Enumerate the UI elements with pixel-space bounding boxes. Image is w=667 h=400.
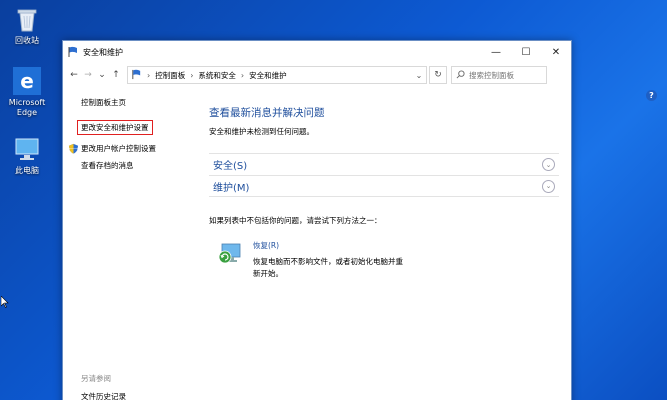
- breadcrumb-separator: ›: [190, 70, 194, 80]
- recovery-item: 恢复(R) 恢复电脑而不影响文件，或者初始化电脑并重新开始。: [209, 240, 559, 280]
- this-pc-icon: [12, 134, 42, 164]
- search-box[interactable]: [451, 66, 547, 84]
- section-maintenance[interactable]: 维护(M) ⌄: [209, 175, 559, 197]
- breadcrumb-separator: ›: [147, 70, 151, 80]
- section-label: 维护(M): [213, 182, 250, 194]
- control-panel-home-link[interactable]: 控制面板主页: [81, 97, 203, 108]
- recovery-link[interactable]: 恢复(R): [253, 240, 403, 251]
- section-label: 安全(S): [213, 161, 248, 172]
- control-panel-window: 安全和维护 — ☐ ✕ ← → ⌄ ↑ › 控制面板 › 系统和安全 › 安全和…: [62, 40, 572, 400]
- uac-shield-icon: [68, 143, 79, 154]
- chevron-down-icon[interactable]: ⌄: [542, 179, 555, 193]
- title-bar[interactable]: 安全和维护 — ☐ ✕: [63, 41, 571, 63]
- help-icon[interactable]: ?: [646, 90, 657, 101]
- view-archived-messages-link[interactable]: 查看存档的消息: [81, 160, 203, 171]
- up-button[interactable]: ↑: [109, 67, 123, 83]
- desktop-icon-label: Microsoft Edge: [8, 98, 46, 117]
- minimize-button[interactable]: —: [481, 41, 511, 63]
- section-security[interactable]: 安全(S) ⌄: [209, 153, 559, 175]
- desktop-icon-this-pc[interactable]: 此电脑: [2, 134, 52, 176]
- back-button[interactable]: ←: [67, 67, 81, 83]
- change-uac-settings-link[interactable]: 更改用户帐户控制设置: [68, 143, 203, 154]
- breadcrumb-control-panel[interactable]: 控制面板: [155, 70, 185, 81]
- maximize-button[interactable]: ☐: [511, 41, 541, 63]
- flag-icon: [67, 46, 79, 58]
- refresh-button[interactable]: ↻: [429, 66, 447, 84]
- desktop-icon-label: 此电脑: [15, 166, 39, 175]
- edge-icon: e: [12, 66, 42, 96]
- page-title: 查看最新消息并解决问题: [209, 107, 325, 119]
- chevron-down-icon[interactable]: ⌄: [542, 158, 555, 171]
- main-pane: 查看最新消息并解决问题 安全和维护未检测到任何问题。 安全(S) ⌄ 维护(M)…: [203, 87, 571, 400]
- desktop-icon-edge[interactable]: e Microsoft Edge: [2, 66, 52, 118]
- recovery-icon: [217, 240, 243, 280]
- recycle-bin-icon: [12, 4, 42, 34]
- window-title: 安全和维护: [83, 47, 123, 57]
- search-icon: [456, 69, 465, 81]
- chevron-down-icon[interactable]: ⌄: [412, 67, 426, 83]
- uac-link-label: 更改用户帐户控制设置: [81, 144, 156, 153]
- change-security-settings-link[interactable]: 更改安全和维护设置: [77, 120, 153, 135]
- address-bar[interactable]: › 控制面板 › 系统和安全 › 安全和维护 ⌄: [127, 66, 427, 84]
- desktop-icon-label: 回收站: [15, 36, 39, 45]
- breadcrumb-separator: ›: [240, 70, 245, 80]
- page-subtitle: 安全和维护未检测到任何问题。: [209, 127, 314, 136]
- search-input[interactable]: [469, 70, 539, 80]
- close-button[interactable]: ✕: [541, 41, 571, 63]
- see-also-heading: 另请参阅: [81, 374, 111, 383]
- content-area: 控制面板主页 更改安全和维护设置 更改用户帐户控制设置 查看存档的消息 另请参阅…: [63, 87, 571, 400]
- recent-locations-button[interactable]: ⌄: [95, 67, 109, 83]
- hint-text: 如果列表中不包括你的问题，请尝试下列方法之一：: [209, 216, 382, 225]
- mouse-cursor-icon: [0, 295, 9, 310]
- left-pane: 控制面板主页 更改安全和维护设置 更改用户帐户控制设置 查看存档的消息 另请参阅…: [63, 87, 203, 400]
- recovery-description: 恢复电脑而不影响文件，或者初始化电脑并重新开始。: [253, 257, 403, 278]
- flag-icon: [131, 69, 142, 82]
- address-row: ← → ⌄ ↑ › 控制面板 › 系统和安全 › 安全和维护 ⌄ ↻: [63, 63, 571, 87]
- breadcrumb-security-maintenance[interactable]: 安全和维护: [249, 70, 287, 81]
- svg-text:e: e: [20, 69, 34, 93]
- desktop-icon-recycle-bin[interactable]: 回收站: [2, 4, 52, 46]
- breadcrumb-system-security[interactable]: 系统和安全: [198, 70, 236, 81]
- forward-button[interactable]: →: [81, 67, 95, 83]
- see-also: 另请参阅 文件历史记录: [81, 373, 126, 400]
- file-history-link[interactable]: 文件历史记录: [81, 391, 126, 400]
